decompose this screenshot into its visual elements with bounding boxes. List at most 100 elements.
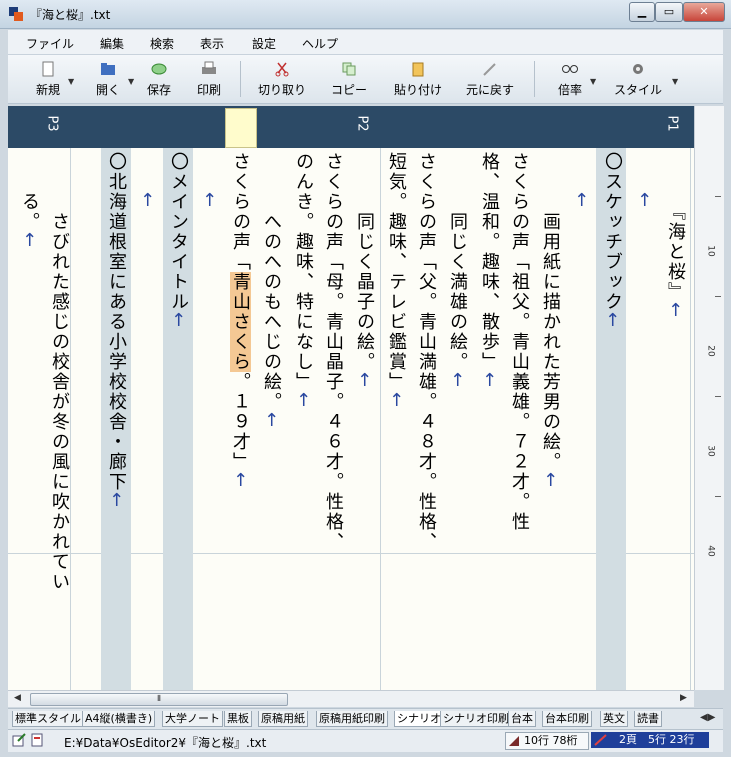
tab-scenario[interactable]: シナリオ xyxy=(394,711,444,727)
page-header-bar: P1 P2 P3 xyxy=(8,106,694,148)
text-column: 同じく満雄の絵。← xyxy=(442,192,472,389)
menu-search[interactable]: 検索 xyxy=(150,35,174,52)
close-button[interactable]: ✕ xyxy=(683,2,725,22)
page-label-p2: P2 xyxy=(354,115,370,132)
open-dropdown-arrow[interactable]: ▼ xyxy=(128,77,134,86)
title-bar: 『海と桜』.txt ▁ ▭ ✕ xyxy=(0,0,731,29)
page-label-p1: P1 xyxy=(664,115,680,132)
page-divider xyxy=(690,148,691,690)
tab-a4-vertical[interactable]: A4縦(横書き) xyxy=(82,711,156,727)
new-label: 新規 xyxy=(35,83,60,97)
scroll-left-arrow[interactable]: ◀ xyxy=(14,693,21,703)
new-button[interactable]: 新規 xyxy=(30,58,66,100)
tab-scenario-print[interactable]: シナリオ印刷 xyxy=(440,711,512,727)
undo-button[interactable]: 元に戻す xyxy=(464,58,516,100)
undo-label: 元に戻す xyxy=(465,83,514,97)
text-column: 画用紙に描かれた芳男の絵。← xyxy=(535,192,565,489)
scene-heading: 〇北海道根室にある小学校校舎・廊下 xyxy=(106,152,127,492)
text-column: ← xyxy=(566,192,596,209)
pen-icon xyxy=(594,734,607,746)
return-mark: ← xyxy=(602,312,623,330)
tab-standard-style[interactable]: 標準スタイル xyxy=(12,711,84,727)
print-button[interactable]: 印刷 xyxy=(192,58,226,100)
menu-edit[interactable]: 編集 xyxy=(100,35,124,52)
menu-file[interactable]: ファイル xyxy=(26,35,74,52)
scroll-thumb[interactable]: ⦀ xyxy=(30,693,288,706)
return-mark: ← xyxy=(106,492,127,510)
cut-button[interactable]: 切り取り xyxy=(256,58,308,100)
tab-reading[interactable]: 読書 xyxy=(634,711,662,727)
scroll-right-arrow[interactable]: ▶ xyxy=(680,693,687,703)
ruler-number: 40 xyxy=(705,545,716,557)
tab-manuscript-print[interactable]: 原稿用紙印刷 xyxy=(316,711,388,727)
zoom-button[interactable]: 倍率 xyxy=(554,58,586,100)
cursor-indicator xyxy=(225,108,257,148)
zoom-dropdown-arrow[interactable]: ▼ xyxy=(590,77,596,86)
cursor-position-text: 2頁 5行 23行 xyxy=(619,733,695,746)
line-column-display: 10行 78桁 xyxy=(505,732,589,750)
open-button[interactable]: 開く xyxy=(90,58,126,100)
title-line: 『海と桜』 xyxy=(665,202,686,302)
text-column: ← xyxy=(629,192,659,209)
ruler-tick xyxy=(715,296,721,297)
return-mark: ← xyxy=(230,472,251,490)
app-icon xyxy=(9,7,23,21)
toolbar-separator xyxy=(534,61,535,97)
action-line: 同じく満雄の絵。 xyxy=(447,192,468,372)
scene-heading: 〇スケッチブック xyxy=(602,152,623,312)
vertical-ruler[interactable]: 10 20 30 40 xyxy=(694,106,724,690)
window-title: 『海と桜』.txt xyxy=(30,8,111,22)
style-button[interactable]: スタイル xyxy=(612,58,664,100)
tab-university-note[interactable]: 大学ノート xyxy=(162,711,223,727)
tab-blackboard[interactable]: 黒板 xyxy=(224,711,252,727)
return-mark: ← xyxy=(19,232,40,250)
return-mark: ← xyxy=(386,392,407,410)
vertical-text-editor[interactable]: P1 P2 P3 『海と桜』← ← 〇スケッチブック← ← 画用紙に描かれた芳男… xyxy=(8,106,694,690)
copy-label: コピー xyxy=(330,83,367,97)
print-icon xyxy=(202,61,216,74)
tab-english[interactable]: 英文 xyxy=(600,711,628,727)
save-label: 保存 xyxy=(146,83,171,97)
text-column: さくらの声「青山さくら。１９才」← xyxy=(225,152,255,489)
ruler-tick xyxy=(715,396,721,397)
style-dropdown-arrow[interactable]: ▼ xyxy=(672,77,678,86)
highlighted-word: 青山さくら xyxy=(230,272,251,372)
style-label: スタイル xyxy=(613,83,662,97)
glasses-icon xyxy=(562,65,578,73)
tab-script[interactable]: 台本 xyxy=(508,711,536,727)
status-bar: E:¥Data¥OsEditor2¥『海と桜』.txt 10行 78桁 2頁 5… xyxy=(8,729,723,752)
menu-settings[interactable]: 設定 xyxy=(252,35,276,52)
text-column: さくらの声「父。青山満雄。４８才。性格、短気。趣味、テレビ鑑賞」← xyxy=(386,152,441,552)
return-mark: ← xyxy=(479,372,500,390)
text-column: ← xyxy=(132,192,162,209)
save-button[interactable]: 保存 xyxy=(142,58,176,100)
menu-view[interactable]: 表示 xyxy=(200,35,224,52)
dialogue-line: さくらの声「母。青山晶子。４６才。性格、のんき。趣味、特になし」 xyxy=(293,152,344,552)
undo-icon xyxy=(483,63,496,76)
tab-manuscript-paper[interactable]: 原稿用紙 xyxy=(258,711,308,727)
new-document-icon xyxy=(42,61,54,77)
print-label: 印刷 xyxy=(196,83,221,97)
text-column: 『海と桜』← xyxy=(660,202,690,319)
toolbar-separator xyxy=(240,61,241,97)
cursor-position-display: 2頁 5行 23行 xyxy=(591,732,709,748)
new-dropdown-arrow[interactable]: ▼ xyxy=(68,77,74,86)
horizontal-scrollbar[interactable]: ◀ ⦀ ▶ xyxy=(8,690,694,707)
maximize-button[interactable]: ▭ xyxy=(655,2,683,22)
edit-status-icon xyxy=(12,733,26,747)
minimize-button[interactable]: ▁ xyxy=(629,2,655,22)
copy-button[interactable]: コピー xyxy=(328,58,370,100)
open-label: 開く xyxy=(95,83,120,97)
return-mark: ← xyxy=(665,302,686,320)
ruler-number: 30 xyxy=(705,445,716,457)
scene-heading: 〇メインタイトル xyxy=(168,152,189,312)
return-mark: ← xyxy=(293,392,314,410)
line-column-text: 10行 78桁 xyxy=(524,734,578,747)
menu-help[interactable]: ヘルプ xyxy=(302,35,338,52)
text-column: さくらの声「祖父。青山義雄。７２才。性格、温和。趣味、散歩」← xyxy=(479,152,534,552)
paste-icon xyxy=(412,62,424,77)
tab-scroll-arrows[interactable]: ◀▶ xyxy=(700,712,715,723)
tab-script-print[interactable]: 台本印刷 xyxy=(542,711,592,727)
paste-button[interactable]: 貼り付け xyxy=(392,58,444,100)
return-mark: ← xyxy=(634,192,655,210)
